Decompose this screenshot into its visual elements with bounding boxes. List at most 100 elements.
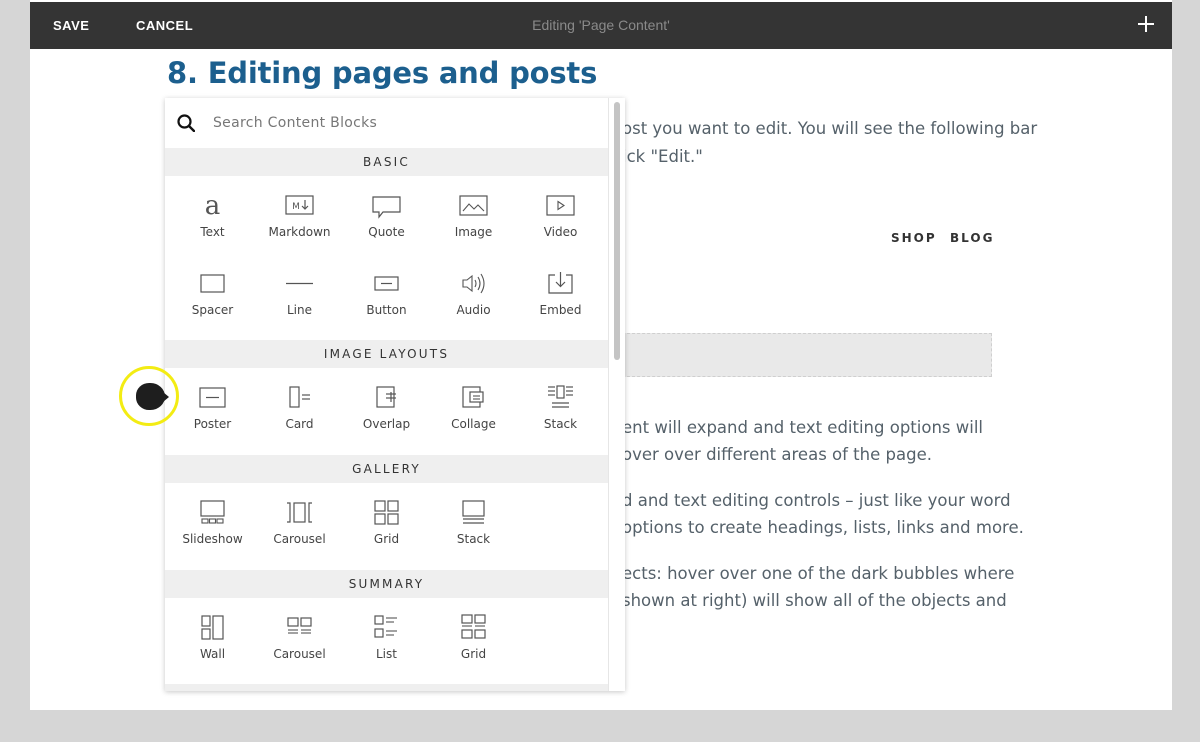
- block-label: Spacer: [191, 303, 234, 317]
- block-gallery-carousel[interactable]: Carousel: [256, 498, 343, 568]
- poster-icon: [199, 387, 226, 408]
- paragraph-line: d and text editing controls – just like …: [622, 491, 1011, 510]
- grid-icon: [461, 614, 486, 639]
- block-summary-carousel[interactable]: Carousel: [256, 613, 343, 683]
- content-blocks-panel: BASIC a Text M Markdown Quote: [165, 98, 625, 691]
- block-label: Slideshow: [182, 532, 243, 546]
- image-placeholder: [622, 333, 992, 377]
- nav-link-shop[interactable]: SHOP: [891, 231, 937, 245]
- cancel-button[interactable]: CANCEL: [136, 2, 193, 49]
- block-label: Button: [366, 303, 407, 317]
- audio-icon: [462, 273, 485, 294]
- svg-text:M: M: [292, 202, 300, 212]
- block-gallery-stack[interactable]: Stack: [430, 498, 517, 568]
- block-label: Image: [454, 225, 493, 239]
- block-poster[interactable]: Poster: [169, 383, 256, 453]
- block-label: Stack: [543, 417, 578, 431]
- block-quote[interactable]: Quote: [343, 191, 430, 261]
- block-wall[interactable]: Wall: [169, 613, 256, 683]
- block-video[interactable]: Video: [517, 191, 604, 261]
- spacer-icon: [200, 274, 225, 293]
- block-label: Grid: [460, 647, 487, 661]
- block-label: List: [376, 647, 397, 661]
- block-label: Quote: [368, 225, 405, 239]
- embed-icon: [548, 272, 573, 294]
- search-input[interactable]: [213, 112, 593, 134]
- section-header-gallery: GALLERY: [165, 455, 608, 483]
- block-overlap[interactable]: Overlap: [343, 383, 430, 453]
- save-button[interactable]: SAVE: [53, 2, 89, 49]
- block-label: Text: [200, 225, 225, 239]
- block-embed[interactable]: Embed: [517, 269, 604, 339]
- button-icon: [374, 276, 399, 291]
- editing-title: Editing 'Page Content': [532, 17, 670, 33]
- block-label: Grid: [373, 532, 400, 546]
- block-summary-grid[interactable]: Grid: [430, 613, 517, 683]
- line-icon: [286, 282, 313, 285]
- plus-icon[interactable]: [1136, 14, 1156, 34]
- paragraph-line: shown at right) will show all of the obj…: [622, 591, 1007, 610]
- page-heading: 8. Editing pages and posts: [167, 56, 598, 90]
- section-header-summary: SUMMARY: [165, 570, 608, 598]
- block-label: Stack: [456, 532, 491, 546]
- panel-scrollbar[interactable]: [608, 98, 625, 691]
- collage-icon: [462, 386, 484, 408]
- block-audio[interactable]: Audio: [430, 269, 517, 339]
- section-header-next: [165, 684, 608, 691]
- nav-link-blog[interactable]: BLOG: [950, 231, 994, 245]
- block-label: Card: [285, 417, 314, 431]
- overlap-icon: [376, 386, 396, 408]
- block-markdown[interactable]: M Markdown: [256, 191, 343, 261]
- block-label: Carousel: [273, 647, 326, 661]
- editor-toolbar: Editing 'Page Content' SAVE CANCEL: [30, 2, 1172, 49]
- list-icon: [374, 615, 397, 638]
- block-label: Collage: [451, 417, 496, 431]
- block-label: Video: [543, 225, 578, 239]
- text-icon: a: [205, 191, 221, 221]
- image-icon: [459, 195, 488, 216]
- carousel-icon: [287, 502, 312, 523]
- card-icon: [289, 386, 310, 408]
- block-line[interactable]: Line: [256, 269, 343, 339]
- block-spacer[interactable]: Spacer: [169, 269, 256, 339]
- paragraph-line: over over different areas of the page.: [622, 445, 932, 464]
- video-icon: [546, 195, 575, 216]
- block-card[interactable]: Card: [256, 383, 343, 453]
- slideshow-icon: [200, 500, 225, 524]
- content-blocks-list: BASIC a Text M Markdown Quote: [165, 98, 608, 691]
- block-summary-list[interactable]: List: [343, 613, 430, 683]
- section-header-image-layouts: IMAGE LAYOUTS: [165, 340, 608, 368]
- paragraph-line: ick "Edit.": [622, 147, 703, 166]
- svg-text:a: a: [205, 191, 221, 221]
- block-text[interactable]: a Text: [169, 191, 256, 261]
- paragraph-line: ost you want to edit. You will see the f…: [622, 119, 1038, 138]
- markdown-icon: M: [285, 195, 314, 215]
- block-label: Poster: [193, 417, 232, 431]
- block-label: Overlap: [362, 417, 411, 431]
- block-slideshow[interactable]: Slideshow: [169, 498, 256, 568]
- section-header-basic: BASIC: [165, 148, 608, 176]
- search-icon: [177, 114, 195, 132]
- block-label: Carousel: [273, 532, 326, 546]
- stack-icon: [462, 500, 485, 524]
- block-label: Wall: [199, 647, 226, 661]
- block-stack[interactable]: Stack: [517, 383, 604, 453]
- search-bar: [165, 98, 608, 148]
- scrollbar-thumb[interactable]: [614, 102, 620, 360]
- carousel-icon: [287, 617, 312, 634]
- insert-point-bubble[interactable]: [136, 383, 169, 410]
- block-label: Embed: [539, 303, 582, 317]
- wall-icon: [201, 615, 224, 640]
- paragraph-line: options to create headings, lists, links…: [622, 518, 1024, 537]
- block-label: Line: [286, 303, 312, 317]
- block-gallery-grid[interactable]: Grid: [343, 498, 430, 568]
- stack-icon: [548, 385, 573, 408]
- block-image[interactable]: Image: [430, 191, 517, 261]
- quote-icon: [372, 196, 401, 219]
- paragraph-line: ent will expand and text editing options…: [622, 418, 984, 437]
- grid-icon: [374, 500, 399, 525]
- block-label: Audio: [456, 303, 491, 317]
- block-button[interactable]: Button: [343, 269, 430, 339]
- block-label: Markdown: [268, 225, 331, 239]
- block-collage[interactable]: Collage: [430, 383, 517, 453]
